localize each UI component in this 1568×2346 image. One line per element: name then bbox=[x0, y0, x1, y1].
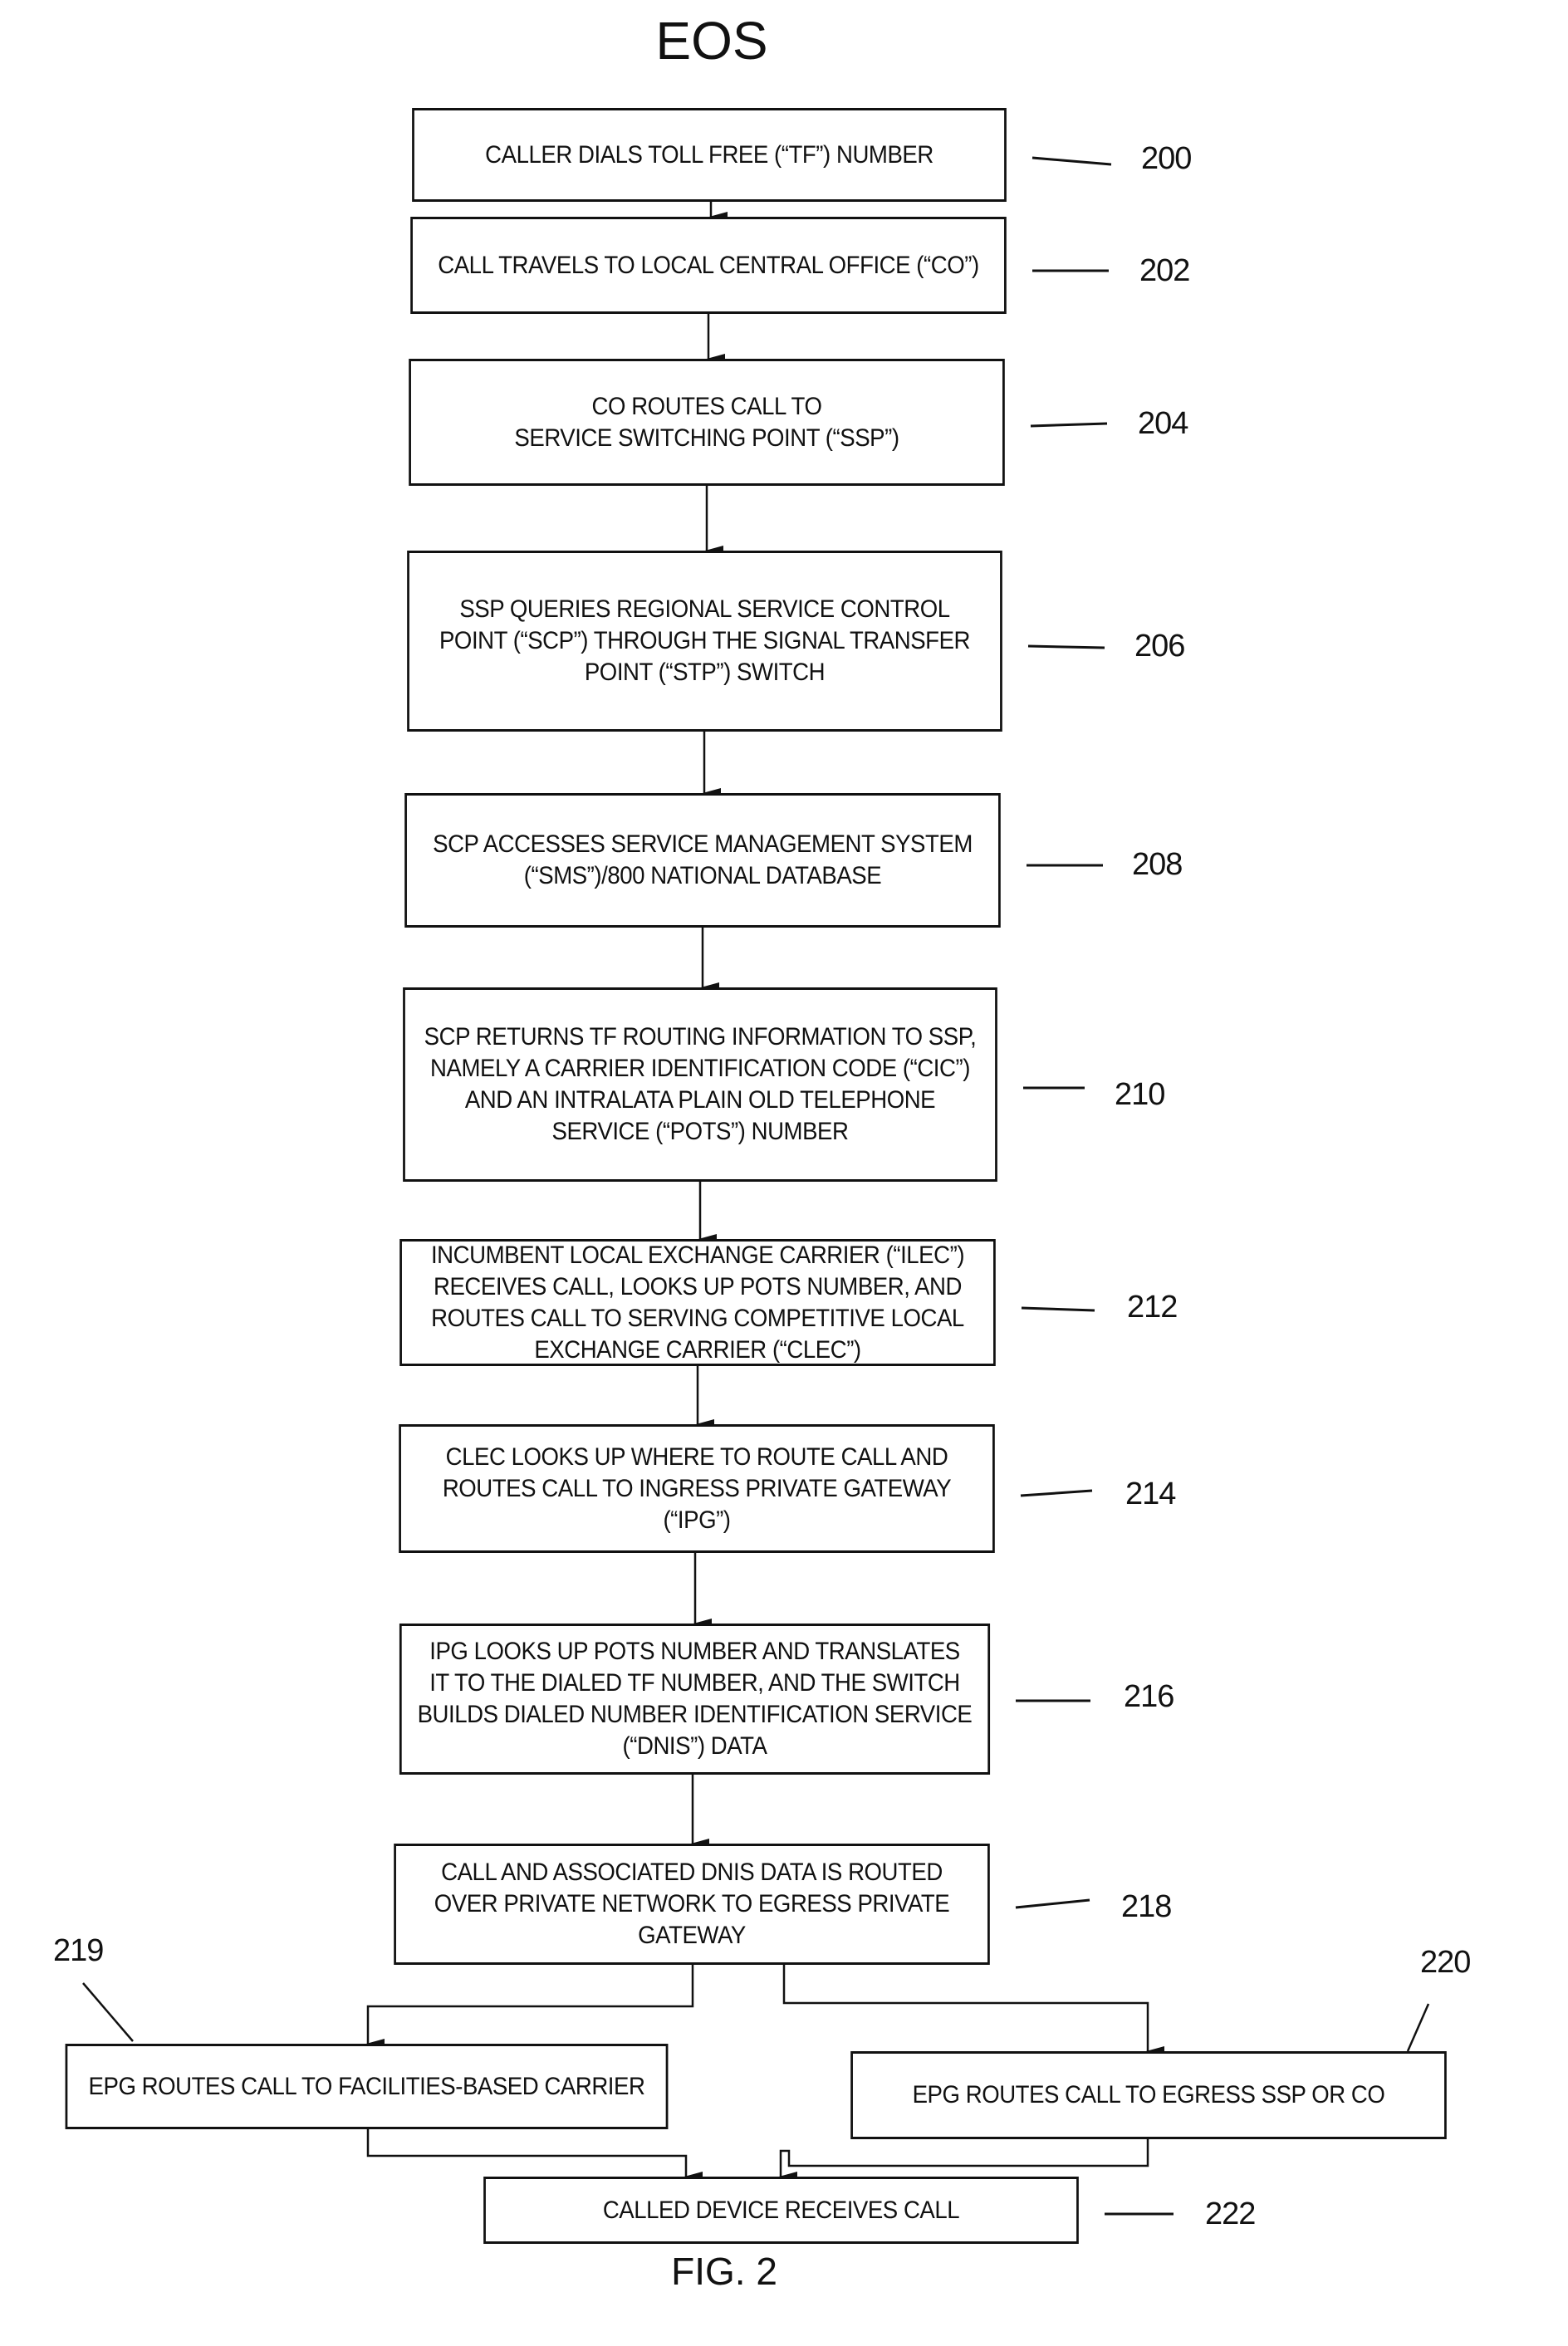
ref-label-208: 208 bbox=[1132, 847, 1183, 882]
leader-214 bbox=[1020, 1489, 1093, 1497]
ref-label-218: 218 bbox=[1121, 1889, 1172, 1924]
step-text: IPG LOOKS UP POTS NUMBER AND TRANSLATES … bbox=[417, 1638, 973, 1760]
step-box-200: CALLER DIALS TOLL FREE (“TF”) NUMBER bbox=[412, 108, 1007, 202]
step-box-212: INCUMBENT LOCAL EXCHANGE CARRIER (“ILEC”… bbox=[399, 1239, 996, 1366]
leader-200 bbox=[1031, 156, 1112, 166]
step-box-220: EPG ROUTES CALL TO EGRESS SSP OR CO bbox=[850, 2051, 1447, 2139]
leader-204 bbox=[1030, 422, 1108, 428]
step-text: SCP RETURNS TF ROUTING INFORMATION TO SS… bbox=[424, 1023, 977, 1145]
step-box-222: CALLED DEVICE RECEIVES CALL bbox=[483, 2177, 1079, 2244]
step-text: EPG ROUTES CALL TO FACILITIES-BASED CARR… bbox=[88, 2072, 645, 2100]
step-text: SCP ACCESSES SERVICE MANAGEMENT SYSTEM (… bbox=[433, 830, 973, 889]
leader-212 bbox=[1021, 1306, 1095, 1312]
ref-label-219: 219 bbox=[53, 1933, 104, 1968]
arrow-220-222 bbox=[779, 2139, 1149, 2182]
step-box-208: SCP ACCESSES SERVICE MANAGEMENT SYSTEM (… bbox=[404, 793, 1001, 928]
step-text: CALL TRAVELS TO LOCAL CENTRAL OFFICE (“C… bbox=[438, 251, 979, 279]
ref-label-212: 212 bbox=[1127, 1290, 1178, 1325]
leader-218 bbox=[1015, 1898, 1090, 1909]
step-text: SSP QUERIES REGIONAL SERVICE CONTROL POI… bbox=[439, 595, 970, 686]
step-text: CO ROUTES CALL TO SERVICE SWITCHING POIN… bbox=[514, 392, 899, 452]
figure-label: FIG. 2 bbox=[671, 2250, 777, 2293]
arrow-218-220 bbox=[782, 1965, 1164, 2056]
ref-label-204: 204 bbox=[1138, 406, 1188, 441]
ref-label-200: 200 bbox=[1141, 141, 1192, 176]
step-box-202: CALL TRAVELS TO LOCAL CENTRAL OFFICE (“C… bbox=[410, 217, 1007, 314]
leader-206 bbox=[1027, 644, 1105, 649]
step-text: CALL AND ASSOCIATED DNIS DATA IS ROUTED … bbox=[434, 1859, 950, 1949]
step-box-218: CALL AND ASSOCIATED DNIS DATA IS ROUTED … bbox=[394, 1844, 990, 1965]
ref-label-202: 202 bbox=[1139, 253, 1190, 288]
ref-label-222: 222 bbox=[1205, 2197, 1256, 2231]
step-box-210: SCP RETURNS TF ROUTING INFORMATION TO SS… bbox=[403, 987, 997, 1182]
arrow-218-219 bbox=[366, 1965, 694, 2049]
step-text: CALLER DIALS TOLL FREE (“TF”) NUMBER bbox=[485, 140, 933, 169]
ref-label-206: 206 bbox=[1134, 629, 1185, 664]
diagram-title: EOS bbox=[655, 11, 768, 71]
step-text: EPG ROUTES CALL TO EGRESS SSP OR CO bbox=[912, 2081, 1385, 2108]
step-text: CLEC LOOKS UP WHERE TO ROUTE CALL AND RO… bbox=[442, 1442, 952, 1534]
leader-220 bbox=[1406, 2003, 1430, 2052]
step-box-219: EPG ROUTES CALL TO FACILITIES-BASED CARR… bbox=[65, 2044, 669, 2129]
step-box-206: SSP QUERIES REGIONAL SERVICE CONTROL POI… bbox=[407, 551, 1002, 732]
step-box-204: CO ROUTES CALL TO SERVICE SWITCHING POIN… bbox=[409, 359, 1005, 486]
step-text: CALLED DEVICE RECEIVES CALL bbox=[602, 2196, 960, 2224]
step-box-216: IPG LOOKS UP POTS NUMBER AND TRANSLATES … bbox=[399, 1624, 991, 1775]
ref-label-216: 216 bbox=[1124, 1679, 1174, 1714]
ref-label-210: 210 bbox=[1115, 1077, 1165, 1112]
ref-label-220: 220 bbox=[1420, 1945, 1471, 1980]
arrow-219-222 bbox=[366, 2129, 703, 2182]
step-box-214: CLEC LOOKS UP WHERE TO ROUTE CALL AND RO… bbox=[399, 1424, 995, 1553]
leader-219 bbox=[82, 1982, 134, 2042]
step-text: INCUMBENT LOCAL EXCHANGE CARRIER (“ILEC”… bbox=[430, 1241, 965, 1364]
ref-label-214: 214 bbox=[1125, 1477, 1176, 1511]
